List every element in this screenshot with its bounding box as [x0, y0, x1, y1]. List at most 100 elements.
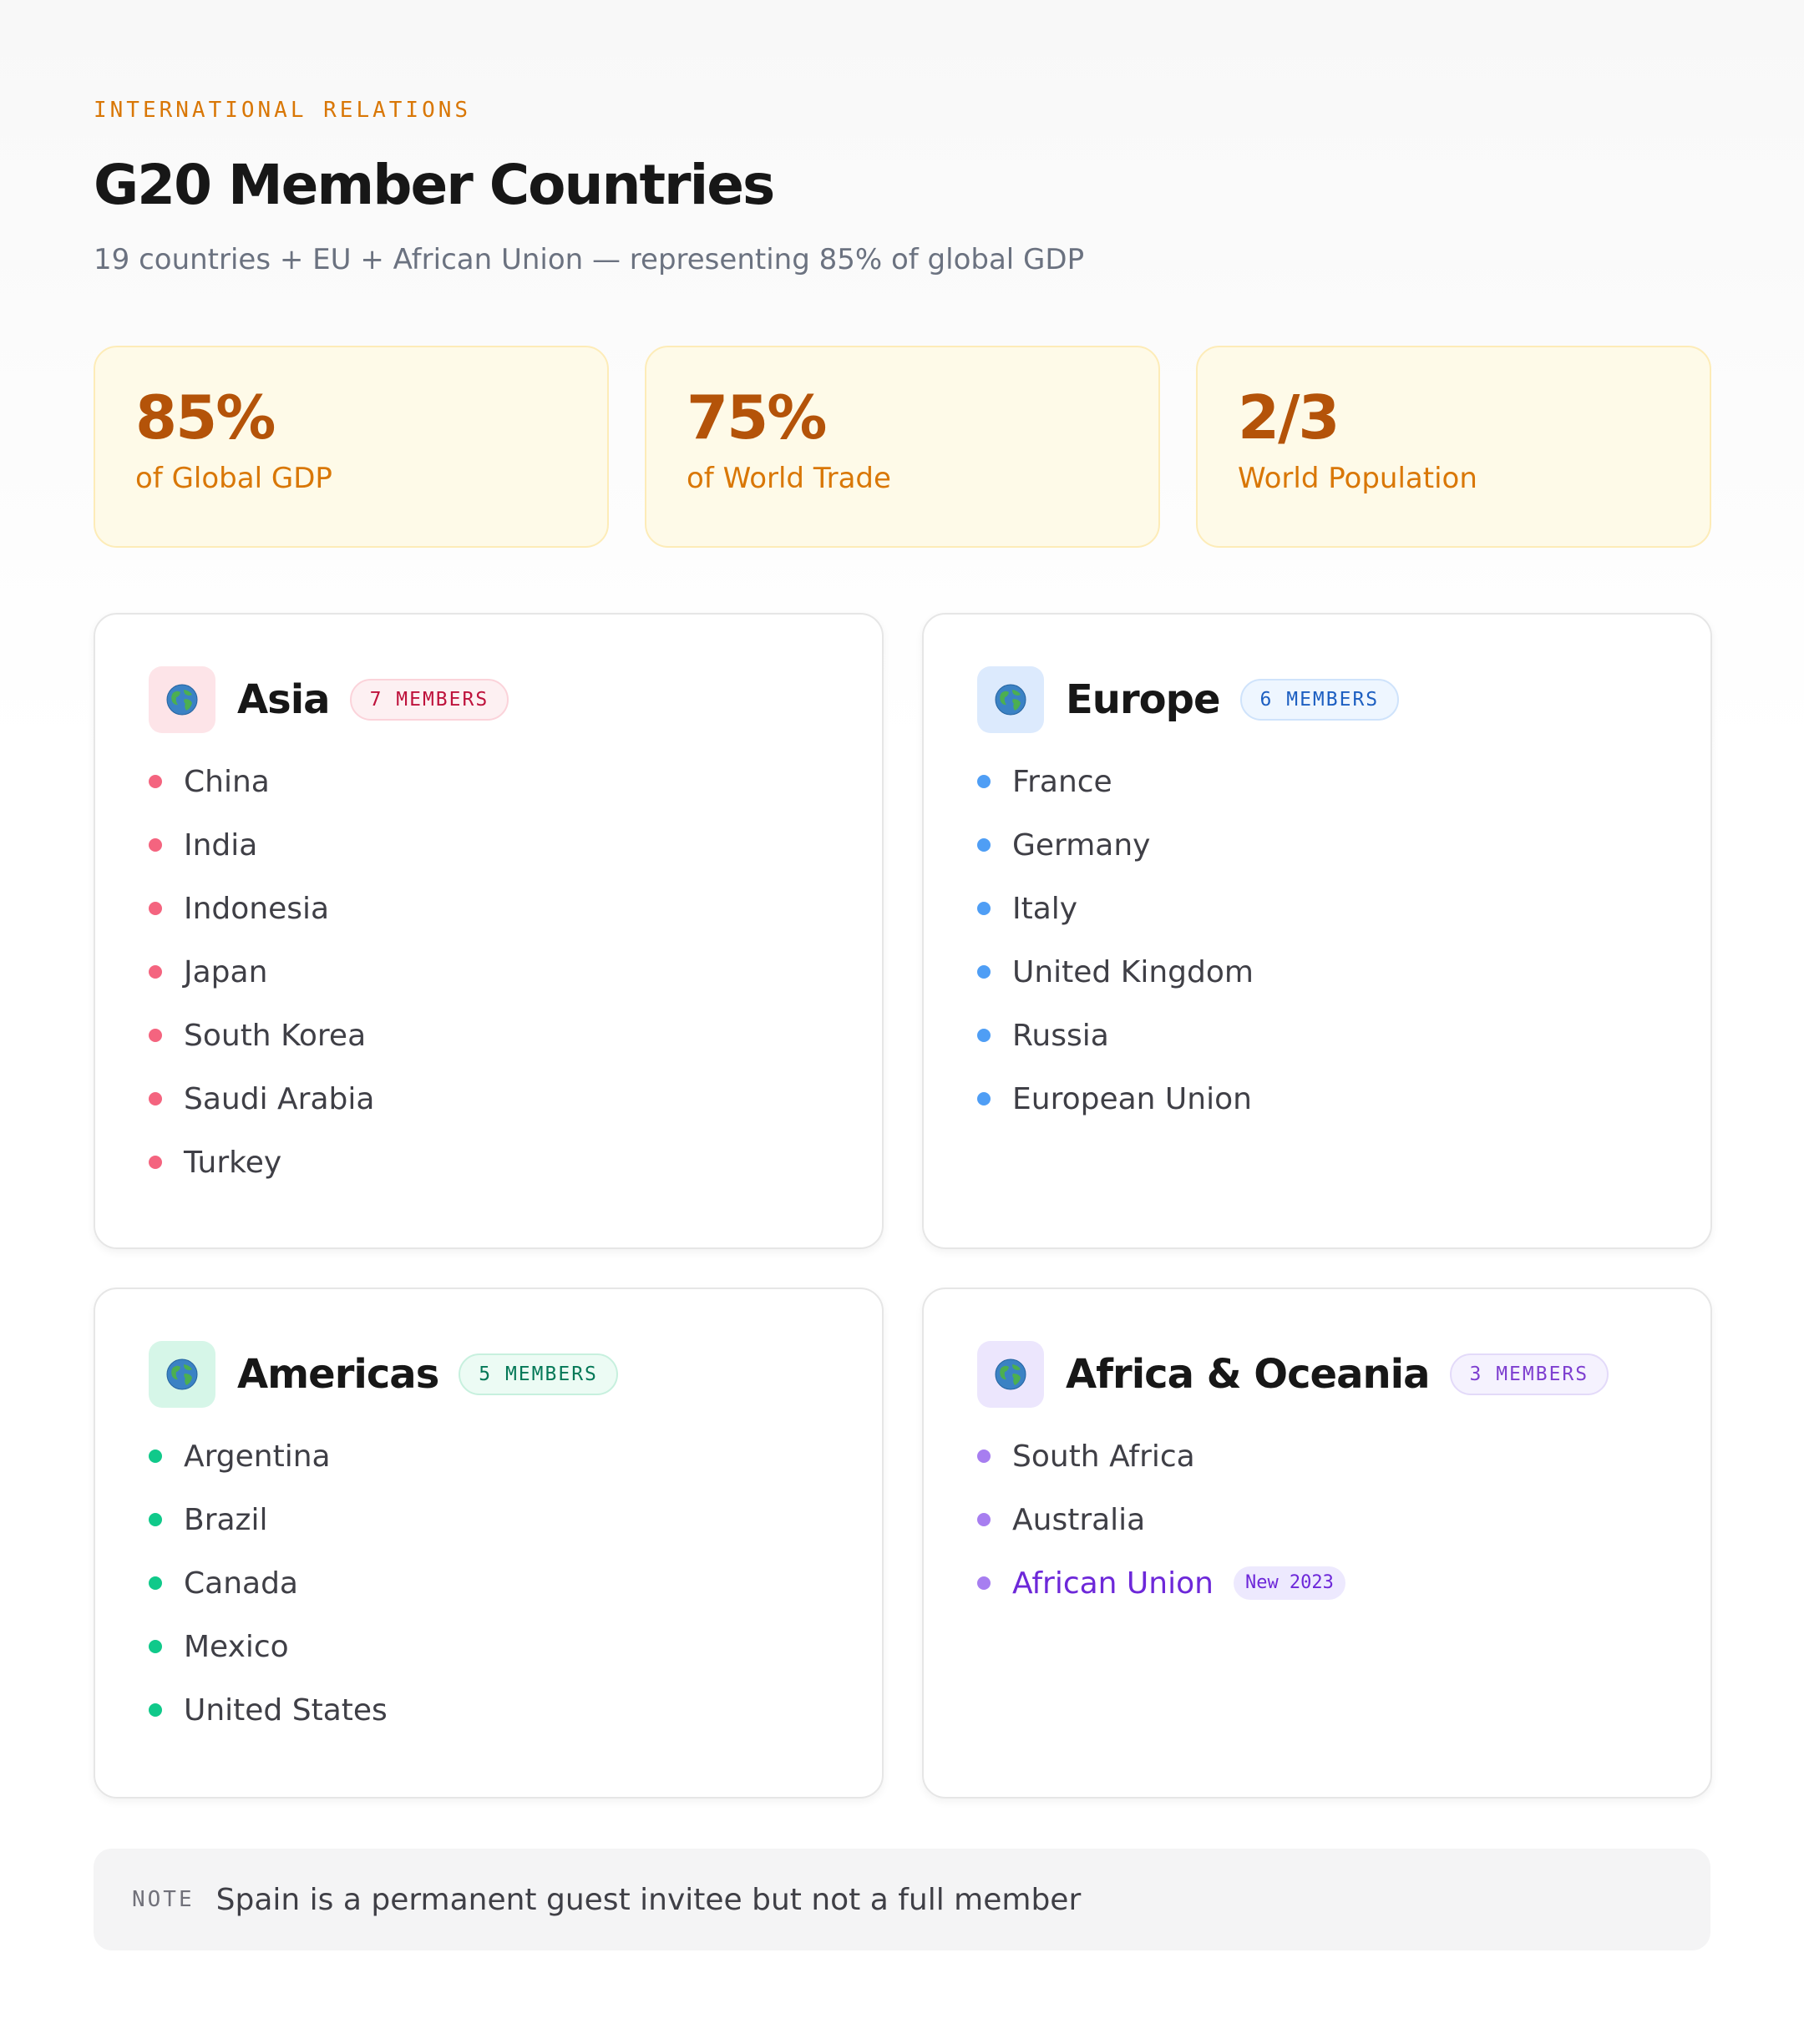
card-header: Americas 5 MEMBERS	[149, 1341, 882, 1408]
bullet-dot	[149, 1703, 162, 1717]
member-name: United Kingdom	[1012, 954, 1254, 989]
bullet-dot	[149, 1092, 162, 1105]
stat-card-trade: 75% of World Trade	[645, 346, 1160, 548]
member-count-badge: 5 MEMBERS	[459, 1353, 618, 1395]
list-item: Turkey	[149, 1131, 882, 1194]
list-item: Saudi Arabia	[149, 1067, 882, 1131]
region-name: Europe	[1066, 676, 1221, 723]
bullet-dot	[149, 838, 162, 852]
globe-icon	[149, 666, 215, 733]
member-list: China India Indonesia Japan South Korea Saudi…	[149, 750, 882, 1194]
list-item: Argentina	[149, 1424, 882, 1488]
member-name: India	[184, 827, 258, 863]
note-banner: NOTE Spain is a permanent guest invitee …	[94, 1849, 1710, 1950]
list-item: South Korea	[149, 1004, 882, 1067]
bullet-dot	[977, 838, 991, 852]
member-list: South Africa Australia African Union New …	[977, 1424, 1710, 1615]
list-item: Mexico	[149, 1615, 882, 1678]
card-header: Europe 6 MEMBERS	[977, 666, 1710, 733]
member-name: Turkey	[184, 1145, 282, 1180]
bullet-dot	[977, 1513, 991, 1526]
bullet-dot	[977, 902, 991, 915]
member-name-highlight: African Union	[1012, 1566, 1214, 1601]
region-card-asia: Asia 7 MEMBERS China India Indonesia Japan S…	[94, 613, 884, 1249]
new-member-badge: New 2023	[1233, 1566, 1345, 1600]
globe-icon	[977, 1341, 1044, 1408]
member-name: European Union	[1012, 1081, 1252, 1116]
globe-icon	[977, 666, 1044, 733]
bullet-dot	[149, 1450, 162, 1463]
member-count-badge: 6 MEMBERS	[1239, 679, 1400, 721]
bullet-dot	[149, 965, 162, 979]
list-item: Japan	[149, 940, 882, 1004]
list-item: Italy	[977, 877, 1710, 940]
region-name: Asia	[237, 676, 331, 723]
member-name: Brazil	[184, 1502, 268, 1537]
member-name: Canada	[184, 1566, 298, 1601]
bullet-dot	[149, 902, 162, 915]
region-card-africa-oceania: Africa & Oceania 3 MEMBERS South Africa A…	[922, 1288, 1712, 1799]
stat-label: World Population	[1238, 462, 1477, 495]
stat-value: 75%	[687, 382, 827, 453]
member-name: Italy	[1012, 891, 1078, 926]
member-name: South Africa	[1012, 1439, 1195, 1474]
list-item: European Union	[977, 1067, 1710, 1131]
bullet-dot	[977, 775, 991, 788]
list-item: United States	[149, 1678, 882, 1742]
member-list: France Germany Italy United Kingdom Russia Eu…	[977, 750, 1710, 1131]
bullet-dot	[977, 1450, 991, 1463]
bullet-dot	[149, 1640, 162, 1653]
bullet-dot	[977, 1576, 991, 1590]
member-name: China	[184, 764, 270, 799]
region-card-europe: Europe 6 MEMBERS France Germany Italy Unite…	[922, 613, 1712, 1249]
region-name: Africa & Oceania	[1066, 1351, 1430, 1398]
globe-icon	[149, 1341, 215, 1408]
list-item: Indonesia	[149, 877, 882, 940]
note-text: Spain is a permanent guest invitee but n…	[215, 1882, 1082, 1917]
member-count-badge: 7 MEMBERS	[349, 679, 509, 721]
bullet-dot	[977, 1092, 991, 1105]
stat-value: 2/3	[1238, 382, 1340, 453]
bullet-dot	[149, 1576, 162, 1590]
list-item: Germany	[977, 813, 1710, 877]
list-item: United Kingdom	[977, 940, 1710, 1004]
card-header: Asia 7 MEMBERS	[149, 666, 882, 733]
note-label: NOTE	[132, 1887, 195, 1912]
member-count-badge: 3 MEMBERS	[1449, 1353, 1609, 1395]
page: INTERNATIONAL RELATIONS G20 Member Count…	[94, 92, 1711, 548]
region-name: Americas	[237, 1351, 439, 1398]
list-item: Australia	[977, 1488, 1710, 1551]
stat-card-gdp: 85% of Global GDP	[94, 346, 609, 548]
bullet-dot	[149, 775, 162, 788]
member-name: Japan	[184, 954, 268, 989]
bullet-dot	[149, 1029, 162, 1042]
stat-label: of World Trade	[687, 462, 891, 495]
list-item-highlight: African Union New 2023	[977, 1551, 1710, 1615]
region-card-americas: Americas 5 MEMBERS Argentina Brazil Canada…	[94, 1288, 884, 1799]
stat-label: of Global GDP	[135, 462, 332, 495]
card-header: Africa & Oceania 3 MEMBERS	[977, 1341, 1710, 1408]
member-list: Argentina Brazil Canada Mexico United States	[149, 1424, 882, 1742]
member-name: Germany	[1012, 827, 1151, 863]
list-item: Canada	[149, 1551, 882, 1615]
stats-row: 85% of Global GDP 75% of World Trade 2/3…	[94, 346, 1711, 548]
member-name: Indonesia	[184, 891, 330, 926]
list-item: India	[149, 813, 882, 877]
bullet-dot	[149, 1513, 162, 1526]
member-name: France	[1012, 764, 1112, 799]
eyebrow-label: INTERNATIONAL RELATIONS	[94, 98, 472, 123]
bullet-dot	[977, 1029, 991, 1042]
list-item: South Africa	[977, 1424, 1710, 1488]
list-item: China	[149, 750, 882, 813]
bullet-dot	[149, 1156, 162, 1169]
stat-value: 85%	[135, 382, 276, 453]
member-name: Russia	[1012, 1018, 1109, 1053]
member-name: Saudi Arabia	[184, 1081, 375, 1116]
list-item: France	[977, 750, 1710, 813]
list-item: Brazil	[149, 1488, 882, 1551]
page-title: G20 Member Countries	[94, 153, 775, 217]
member-name: United States	[184, 1692, 388, 1728]
member-name: South Korea	[184, 1018, 367, 1053]
bullet-dot	[977, 965, 991, 979]
member-name: Argentina	[184, 1439, 331, 1474]
